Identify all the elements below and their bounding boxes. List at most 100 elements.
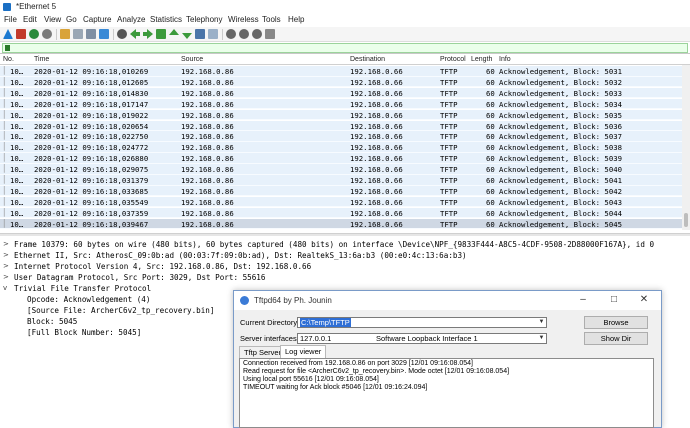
go-to-packet-icon[interactable]	[156, 29, 166, 39]
col-header-protocol[interactable]: Protocol	[440, 56, 466, 63]
table-row[interactable]: │ 10… 2020-01-12 09:16:18,014830 192.168.0.…	[0, 87, 690, 99]
tftpd64-title-bar[interactable]: Tftpd64 by Ph. Jounin – □ ✕	[234, 291, 661, 310]
expand-icon[interactable]: >	[3, 262, 9, 270]
menu-telephony[interactable]: Telephony	[186, 15, 222, 24]
start-capture-icon[interactable]	[3, 29, 13, 39]
table-row[interactable]: │ 10… 2020-01-12 09:16:18,017147 192.168.0.…	[0, 98, 690, 110]
detail-row[interactable]: > Frame 10379: 60 bytes on wire (480 bit…	[0, 239, 690, 250]
menu-help[interactable]: Help	[288, 15, 304, 24]
cell-time: 2020-01-12 09:16:18,035549	[34, 197, 149, 207]
col-header-dest[interactable]: Destination	[350, 56, 385, 63]
table-row[interactable]: │ 10… 2020-01-12 09:16:18,010269 192.168.0.…	[0, 66, 690, 77]
tftpd64-app-icon	[240, 296, 249, 305]
server-interfaces-combo[interactable]: 127.0.0.1 Software Loopback Interface 1 …	[297, 333, 547, 344]
cell-src: 192.168.0.86	[181, 219, 234, 229]
cell-proto: TFTP	[440, 186, 458, 196]
zoom-out-icon[interactable]	[239, 29, 249, 39]
table-row[interactable]: │ 10… 2020-01-12 09:16:18,026880 192.168.0.…	[0, 153, 690, 164]
table-row[interactable]: │ 10… 2020-01-12 09:16:18,035549 192.168.0.…	[0, 196, 690, 208]
cell-info: Acknowledgement, Block: 5045	[499, 219, 623, 229]
cell-len: 60	[486, 99, 495, 109]
save-file-icon[interactable]	[73, 29, 83, 39]
log-viewer[interactable]: Connection received from 192.168.0.86 on…	[239, 358, 654, 428]
detail-row[interactable]: > User Datagram Protocol, Src Port: 3029…	[0, 272, 690, 283]
pane-splitter[interactable]	[0, 233, 690, 236]
cell-proto: TFTP	[440, 132, 458, 142]
table-row[interactable]: │ 10… 2020-01-12 09:16:18,033685 192.168.0.…	[0, 185, 690, 197]
menu-edit[interactable]: Edit	[23, 15, 37, 24]
col-header-info[interactable]: Info	[499, 56, 511, 63]
cell-proto: TFTP	[440, 154, 458, 164]
col-header-time[interactable]: Time	[34, 56, 49, 63]
first-packet-icon[interactable]	[169, 29, 179, 35]
maximize-icon[interactable]: □	[609, 295, 619, 305]
find-packet-icon[interactable]	[117, 29, 127, 39]
cell-time: 2020-01-12 09:16:18,039467	[34, 219, 149, 229]
tab-log-viewer[interactable]: Log viewer	[280, 345, 327, 358]
cell-time: 2020-01-12 09:16:18,029075	[34, 165, 149, 175]
expand-icon[interactable]: >	[3, 251, 9, 259]
table-row[interactable]: │ 10… 2020-01-12 09:16:18,029075 192.168.0.…	[0, 164, 690, 175]
table-row[interactable]: │ 10… 2020-01-12 09:16:18,019022 192.168.0.…	[0, 109, 690, 121]
table-row[interactable]: │ 10… 2020-01-12 09:16:18,020654 192.168.0.…	[0, 120, 690, 131]
table-row[interactable]: │ 10… 2020-01-12 09:16:18,031379 192.168.0.…	[0, 175, 690, 186]
bookmark-icon[interactable]	[5, 45, 10, 51]
expand-icon[interactable]: >	[3, 273, 9, 281]
minimize-icon[interactable]: –	[578, 295, 588, 305]
go-forward-icon[interactable]	[143, 29, 153, 39]
capture-options-icon[interactable]	[42, 29, 52, 39]
menu-analyze[interactable]: Analyze	[117, 15, 145, 24]
packet-list-scrollbar[interactable]	[682, 65, 690, 230]
menu-tools[interactable]: Tools	[262, 15, 281, 24]
reload-file-icon[interactable]	[99, 29, 109, 39]
normal-size-icon[interactable]	[252, 29, 262, 39]
menu-view[interactable]: View	[44, 15, 61, 24]
menu-go[interactable]: Go	[66, 15, 77, 24]
zoom-in-icon[interactable]	[226, 29, 236, 39]
go-back-icon[interactable]	[130, 29, 140, 39]
col-header-length[interactable]: Length	[471, 56, 492, 63]
cell-no: 10…	[10, 186, 24, 196]
current-directory-combo[interactable]: C:\Temp\TFTP ▼	[297, 317, 547, 328]
col-header-source[interactable]: Source	[181, 56, 203, 63]
chevron-down-icon[interactable]: ▼	[537, 334, 546, 343]
cell-len: 60	[486, 110, 495, 120]
scrollbar-thumb[interactable]	[684, 213, 688, 227]
cell-src: 192.168.0.86	[181, 208, 234, 218]
chevron-down-icon[interactable]: ▼	[537, 318, 546, 327]
menu-file[interactable]: File	[4, 15, 17, 24]
cell-len: 60	[486, 219, 495, 229]
table-row[interactable]: │ 10… 2020-01-12 09:16:18,012605 192.168.0.…	[0, 76, 690, 88]
cell-dst: 192.168.0.66	[350, 176, 403, 185]
cell-time: 2020-01-12 09:16:18,031379	[34, 176, 149, 185]
restart-capture-icon[interactable]	[29, 29, 39, 39]
browse-button[interactable]: Browse	[584, 316, 648, 329]
col-header-no[interactable]: No.	[3, 56, 14, 63]
resize-columns-icon[interactable]	[265, 29, 275, 39]
collapse-icon[interactable]: v	[3, 284, 7, 292]
expand-icon[interactable]: >	[3, 240, 9, 248]
menu-wireless[interactable]: Wireless	[228, 15, 259, 24]
related-packet-icon: │	[2, 218, 7, 228]
show-dir-button[interactable]: Show Dir	[584, 332, 648, 345]
last-packet-icon[interactable]	[182, 33, 192, 39]
close-file-icon[interactable]	[86, 29, 96, 39]
menu-statistics[interactable]: Statistics	[150, 15, 182, 24]
related-packet-icon: │	[2, 164, 7, 174]
stop-capture-icon[interactable]	[16, 29, 26, 39]
menu-capture[interactable]: Capture	[83, 15, 111, 24]
table-row[interactable]: │ 10… 2020-01-12 09:16:18,024772 192.168.0.…	[0, 142, 690, 153]
cell-dst: 192.168.0.66	[350, 154, 403, 164]
table-row[interactable]: │ 10… 2020-01-12 09:16:18,039467 192.168.0.…	[0, 218, 690, 230]
close-icon[interactable]: ✕	[639, 295, 649, 305]
cell-info: Acknowledgement, Block: 5038	[499, 143, 623, 153]
table-row[interactable]: │ 10… 2020-01-12 09:16:18,037359 192.168.0.…	[0, 207, 690, 219]
table-row[interactable]: │ 10… 2020-01-12 09:16:18,022750 192.168.0.…	[0, 131, 690, 142]
detail-row[interactable]: > Internet Protocol Version 4, Src: 192.…	[0, 261, 690, 272]
detail-text: Frame 10379: 60 bytes on wire (480 bits)…	[14, 240, 655, 249]
autoscroll-icon[interactable]	[195, 29, 205, 39]
colorize-icon[interactable]	[208, 29, 218, 39]
detail-row[interactable]: > Ethernet II, Src: AtherosC_09:0b:ad (0…	[0, 250, 690, 261]
display-filter-input[interactable]	[2, 43, 688, 53]
open-file-icon[interactable]	[60, 29, 70, 39]
